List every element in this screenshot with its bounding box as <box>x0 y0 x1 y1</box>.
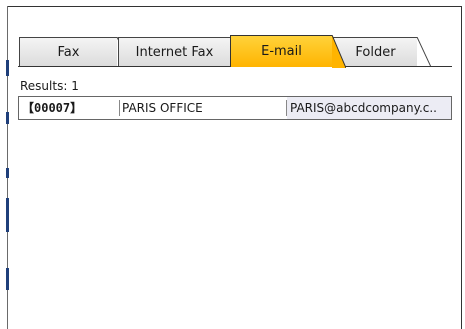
column-divider <box>119 100 120 116</box>
list-item[interactable]: 【00007】 PARIS OFFICE PARIS@abcdcompany.c… <box>18 96 452 120</box>
tab-email[interactable]: E-mail <box>230 35 346 68</box>
edge-marker <box>6 112 9 124</box>
results-count: Results: 1 <box>20 79 79 93</box>
edge-marker <box>6 60 9 76</box>
tab-internet-fax[interactable]: Internet Fax <box>118 37 244 67</box>
edge-marker <box>6 268 9 290</box>
tab-slant <box>417 37 431 67</box>
tab-fax-label: Fax <box>57 45 80 60</box>
tab-internet-fax-label: Internet Fax <box>135 45 214 60</box>
entry-email: PARIS@abcdcompany.c.. <box>287 97 451 119</box>
tab-folder-label: Folder <box>355 45 396 60</box>
address-book-screen: Fax Internet Fax E-mail Folder Results: … <box>0 0 465 329</box>
edge-marker <box>6 198 9 232</box>
entry-name: PARIS OFFICE <box>122 101 203 115</box>
frame-right-border <box>461 6 462 329</box>
tab-slant <box>332 35 346 68</box>
tab-email-label: E-mail <box>261 44 302 59</box>
frame-top-border <box>7 6 462 7</box>
tab-fax[interactable]: Fax <box>19 37 131 67</box>
edge-marker <box>6 168 9 178</box>
entry-registration-number: 【00007】 <box>22 101 83 115</box>
